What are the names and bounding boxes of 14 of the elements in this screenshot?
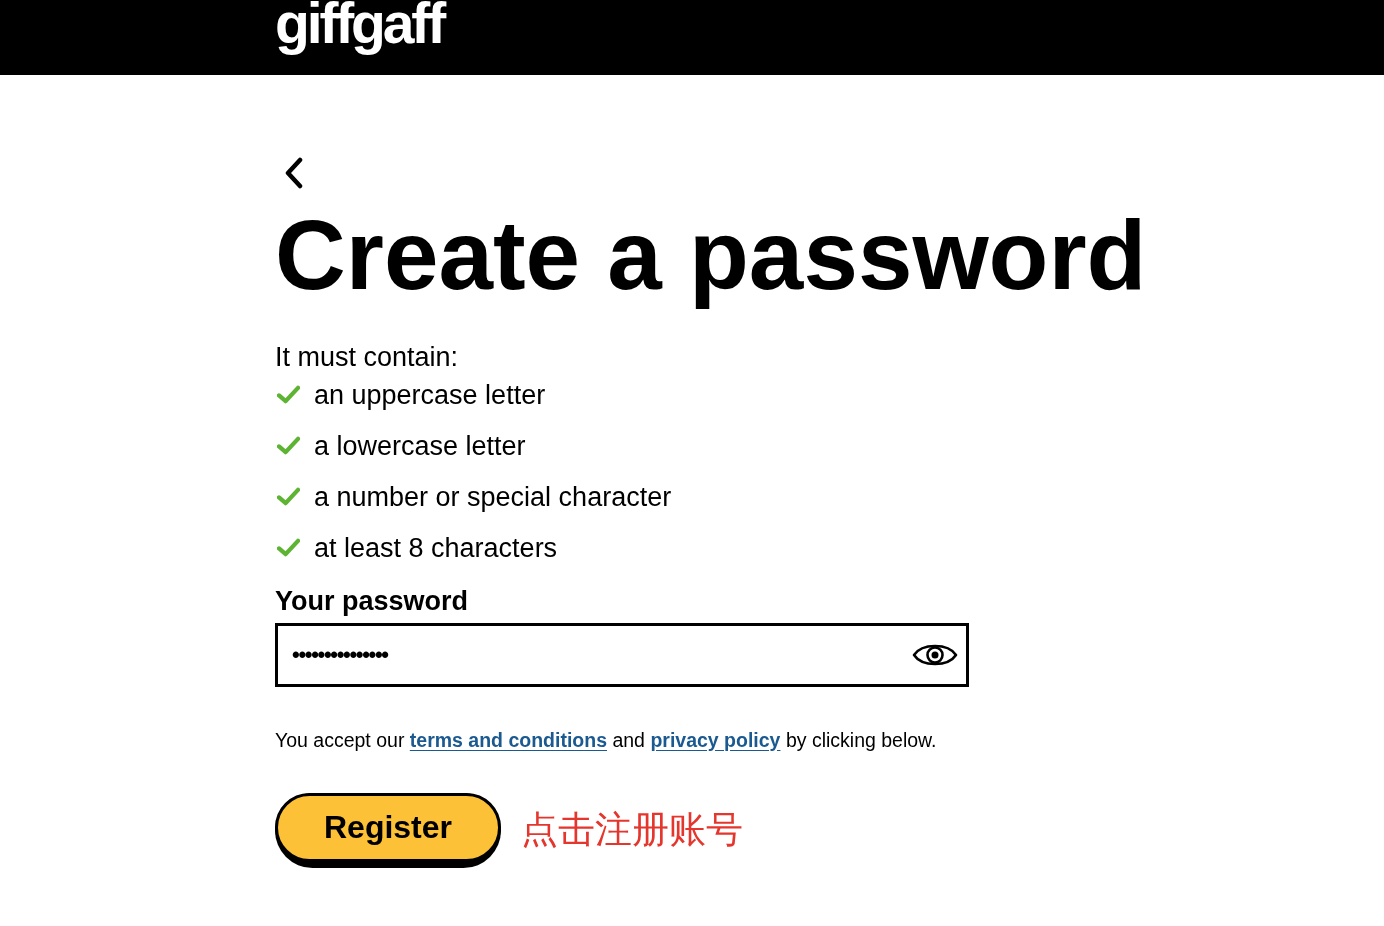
register-button[interactable]: Register [275,792,501,868]
requirement-text: at least 8 characters [314,531,558,565]
terms-notice: You accept our terms and conditions and privacy policy by clicking below. [275,727,937,753]
requirement-text: a number or special character [314,480,672,514]
requirement-text: an uppercase letter [314,378,546,412]
page-title: Create a password [275,199,1147,312]
text-link[interactable]: privacy policy [650,728,781,751]
requirements-intro: It must contain: [275,340,459,374]
password-field[interactable]: ••••••••••••••• [275,622,969,687]
annotation-text: 点击注册账号 [521,808,743,853]
password-label: Your password [275,584,469,618]
chevron-left-icon [284,157,304,189]
requirement-text: a lowercase letter [314,429,526,463]
text-link[interactable]: terms and conditions [409,728,607,751]
